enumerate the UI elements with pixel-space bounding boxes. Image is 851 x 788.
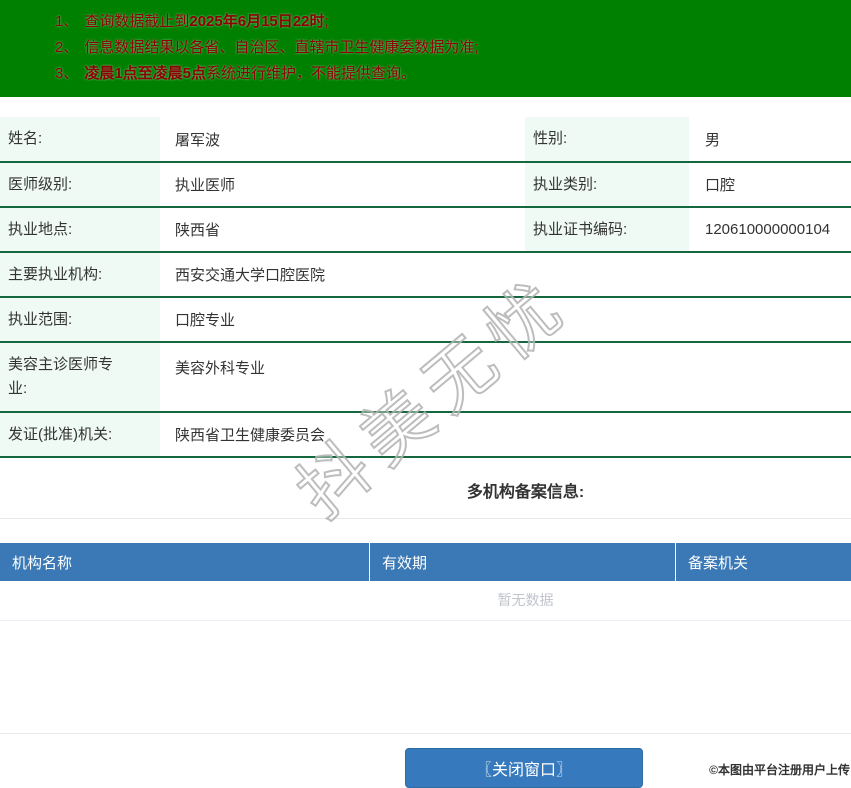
table-row: 姓名: 屠军波 性别: 男 — [0, 117, 851, 162]
field-value-main-institution: 西安交通大学口腔医院 — [175, 267, 326, 284]
field-label-issuing-authority: 发证(批准)机关: — [0, 412, 160, 457]
notice-text: ; — [324, 13, 329, 30]
field-value-name: 屠军波 — [175, 131, 221, 149]
field-label-gender: 性别: — [525, 117, 689, 162]
notice-line: 2、 信息数据结果以各省、自治区、直辖市卫生健康委数据为准; — [55, 35, 841, 61]
notice-text-bold: 2025年6月15日22时 — [189, 13, 325, 30]
table-row: 医师级别: 执业医师 执业类别: 口腔 — [0, 162, 851, 207]
filing-col-header-authority: 备案机关 — [688, 554, 749, 572]
field-label-certificate-number: 执业证书编码: — [525, 207, 689, 252]
table-row: 执业地点: 陕西省 执业证书编码: 120610000000104 — [0, 207, 851, 252]
practitioner-info-table: 姓名: 屠军波 性别: 男 医师级别: 执业医师 执业类别: 口腔 执业地点: … — [0, 117, 851, 458]
field-value-cosmetic-specialty: 美容外科专业 — [175, 360, 266, 377]
field-value-gender: 男 — [705, 131, 721, 149]
filing-col-header-institution: 机构名称 — [0, 543, 370, 581]
filing-table-header: 机构名称 有效期 备案机关 — [0, 543, 851, 581]
field-label-cosmetic-specialty: 美容主诊医师专业: — [0, 342, 160, 412]
field-label-practice-scope: 执业范围: — [0, 297, 160, 342]
empty-data-text: 暂无数据 — [0, 581, 851, 621]
table-row: 执业范围: 口腔专业 — [0, 297, 851, 342]
field-value-certificate-number: 120610000000104 — [705, 221, 831, 238]
field-label-practice-location: 执业地点: — [0, 207, 160, 252]
notice-line: 3、 凌晨1点至凌晨5点系统进行维护，不能提供查询。 — [55, 61, 841, 87]
notice-number: 2、 — [55, 39, 79, 56]
field-value-practice-location: 陕西省 — [175, 222, 221, 239]
field-label-doctor-level: 医师级别: — [0, 162, 160, 207]
notice-banner: 1、 查询数据截止到2025年6月15日22时; 2、 信息数据结果以各省、自治区、… — [0, 0, 851, 97]
notice-number: 1、 — [55, 13, 79, 30]
field-value-issuing-authority: 陕西省卫生健康委员会 — [175, 427, 326, 444]
table-row: 主要执业机构: 西安交通大学口腔医院 — [0, 252, 851, 297]
close-window-button[interactable]: 〖关闭窗口〗 — [405, 748, 643, 788]
field-value-practice-scope: 口腔专业 — [175, 312, 236, 329]
upload-credit-text: ©本图由平台注册用户上传 — [709, 763, 850, 777]
filing-section-title: 多机构备案信息: — [0, 458, 851, 519]
field-value-practice-type: 口腔 — [705, 177, 736, 194]
field-label-name: 姓名: — [0, 117, 160, 162]
table-row: 发证(批准)机关: 陕西省卫生健康委员会 — [0, 412, 851, 457]
notice-text: 信息数据结果以各省、自治区、直辖市卫生健康委数据为准; — [84, 39, 479, 56]
notice-text: 查询数据截止到 — [84, 13, 190, 30]
notice-number: 3、 — [55, 65, 79, 82]
field-label-practice-type: 执业类别: — [525, 162, 689, 207]
field-value-doctor-level: 执业医师 — [175, 177, 236, 194]
filing-col-header-validity: 有效期 — [370, 543, 676, 581]
table-row: 美容主诊医师专业: 美容外科专业 — [0, 342, 851, 412]
notice-line: 1、 查询数据截止到2025年6月15日22时; — [55, 9, 841, 35]
notice-text: 系统进行维护，不能提供查询。 — [206, 65, 417, 82]
notice-text-bold: 凌晨1点至凌晨5点 — [84, 65, 207, 82]
field-label-main-institution: 主要执业机构: — [0, 252, 160, 297]
